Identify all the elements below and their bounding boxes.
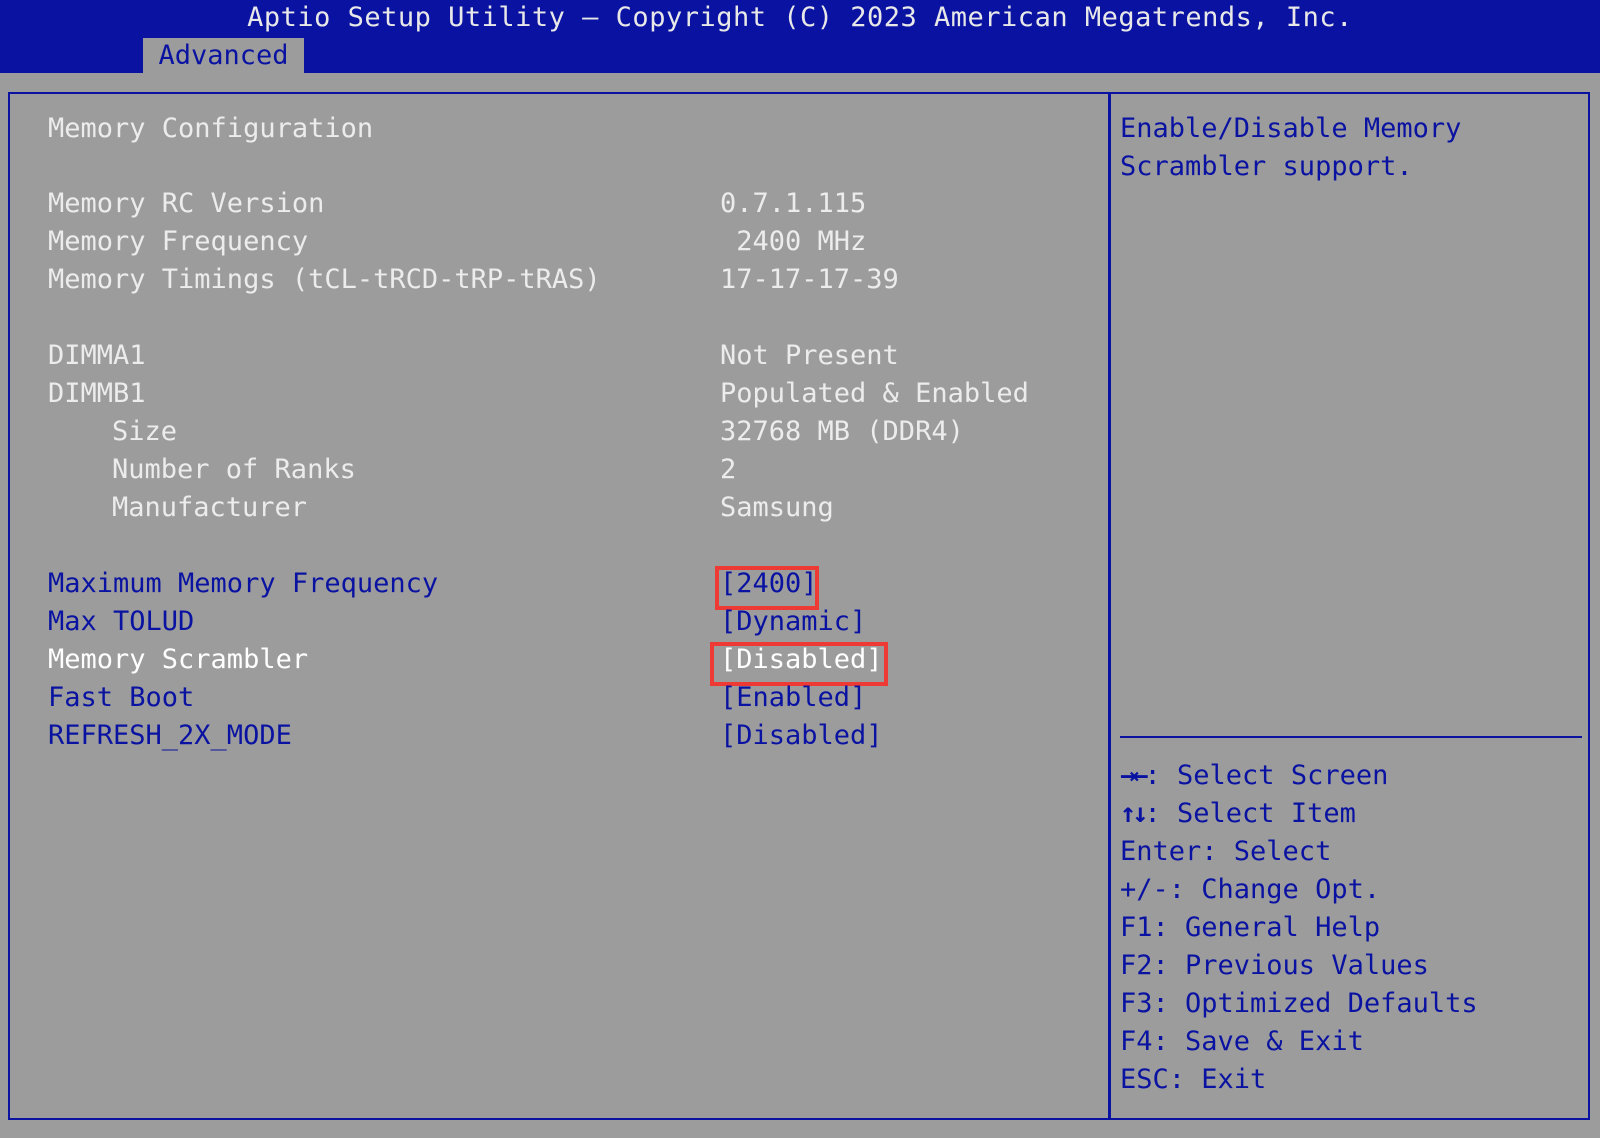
key-hint-f1: F1: General Help: [1120, 912, 1381, 943]
key-hint-text: : Select Item: [1144, 798, 1356, 829]
info-value-dimmb1: Populated & Enabled: [720, 378, 1029, 409]
key-hint-change-opt: +/-: Change Opt.: [1120, 874, 1381, 905]
left-right-arrow-icon: →←: [1120, 760, 1148, 791]
option-label-refresh-2x-mode[interactable]: REFRESH_2X_MODE: [48, 720, 292, 752]
help-description-line: Enable/Disable Memory: [1120, 113, 1462, 144]
panel-divider: [1108, 92, 1111, 1120]
app-title: Aptio Setup Utility – Copyright (C) 2023…: [247, 2, 1353, 33]
info-value-memory-timings: 17-17-17-39: [720, 264, 899, 295]
key-hint-f4: F4: Save & Exit: [1120, 1026, 1364, 1057]
title-bar: Aptio Setup Utility – Copyright (C) 2023…: [0, 0, 1600, 73]
key-hint-f2: F2: Previous Values: [1120, 950, 1429, 981]
key-hint-enter: Enter: Select: [1120, 836, 1332, 867]
option-value-fast-boot[interactable]: [Enabled]: [720, 682, 866, 714]
help-description-line: Scrambler support.: [1120, 151, 1413, 182]
info-label-memory-frequency: Memory Frequency: [48, 226, 309, 257]
highlight-box: [715, 566, 819, 610]
info-value-size: 32768 MB (DDR4): [720, 416, 964, 447]
info-value-rc-version: 0.7.1.115: [720, 188, 867, 219]
option-label-max-tolud[interactable]: Max TOLUD: [48, 606, 194, 638]
info-label-size: Size: [112, 416, 178, 447]
key-hint-esc: ESC: Exit: [1120, 1064, 1267, 1095]
highlight-box: [710, 642, 888, 686]
key-hint-select-item: ↑↓: Select Item: [1120, 798, 1356, 830]
key-hint-select-screen: →←: Select Screen: [1120, 760, 1388, 792]
option-label-fast-boot[interactable]: Fast Boot: [48, 682, 194, 714]
key-hint-text: : Select Screen: [1144, 760, 1389, 791]
info-label-memory-timings: Memory Timings (tCL-tRCD-tRP-tRAS): [48, 264, 601, 295]
info-label-dimma1: DIMMA1: [48, 340, 146, 371]
key-hint-f3: F3: Optimized Defaults: [1120, 988, 1478, 1019]
info-label-manufacturer: Manufacturer: [112, 492, 308, 523]
info-value-dimma1: Not Present: [720, 340, 899, 371]
help-divider: [1120, 736, 1582, 738]
info-label-dimmb1: DIMMB1: [48, 378, 146, 409]
option-value-refresh-2x-mode[interactable]: [Disabled]: [720, 720, 883, 752]
info-value-ranks: 2: [720, 454, 737, 485]
page-title: Memory Configuration: [48, 113, 374, 144]
option-value-max-tolud[interactable]: [Dynamic]: [720, 606, 866, 638]
info-value-memory-frequency: 2400 MHz: [720, 226, 867, 257]
tab-advanced[interactable]: Advanced: [143, 38, 304, 73]
up-down-arrow-icon: ↑↓: [1120, 798, 1148, 829]
option-label-memory-scrambler[interactable]: Memory Scrambler: [48, 644, 308, 676]
info-label-ranks: Number of Ranks: [112, 454, 356, 485]
info-value-manufacturer: Samsung: [720, 492, 834, 523]
option-label-max-memory-frequency[interactable]: Maximum Memory Frequency: [48, 568, 438, 600]
info-label-rc-version: Memory RC Version: [48, 188, 325, 219]
